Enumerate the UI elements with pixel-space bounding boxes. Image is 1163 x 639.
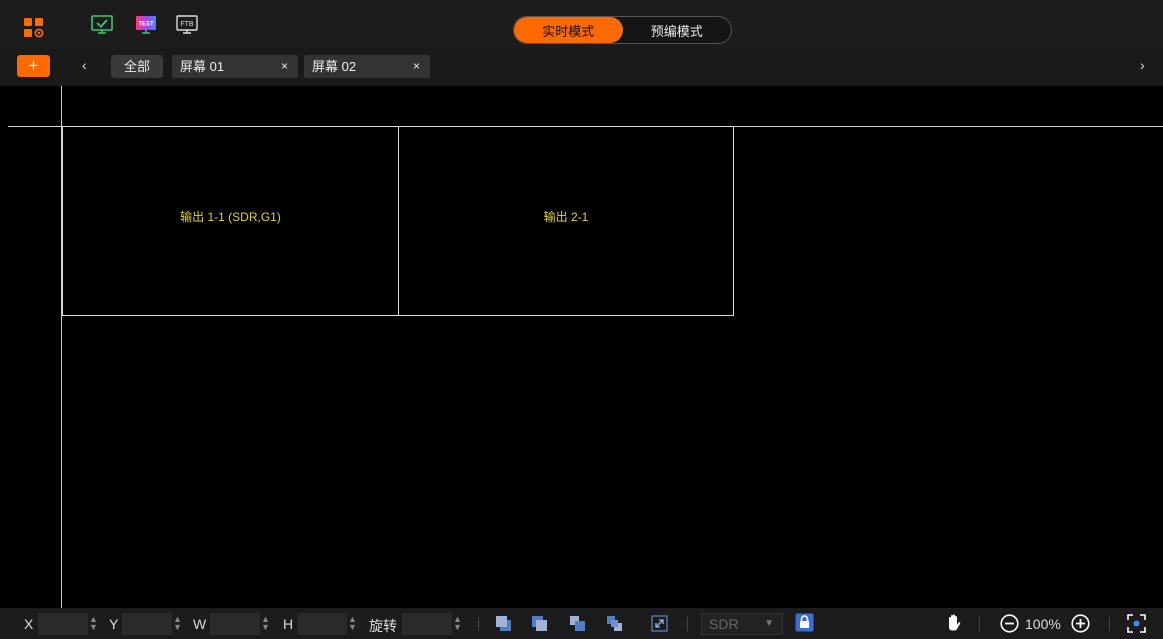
bottom-toolbar: X ▲ ▼ Y ▲ ▼ W ▲ ▼ H ▲ ▼ 旋转 ▲ ▼ SDR ▼ 100… <box>0 608 1163 639</box>
lock-icon[interactable] <box>795 613 814 632</box>
test-monitor-icon[interactable]: TEST <box>135 15 157 35</box>
test-badge: TEST <box>138 22 154 28</box>
ftb-monitor-icon[interactable]: FTB <box>176 15 198 35</box>
h-spinner[interactable]: ▲ ▼ <box>348 615 357 632</box>
x-spinner[interactable]: ▲ ▼ <box>89 615 98 632</box>
divider <box>1109 617 1110 631</box>
zoom-in-icon[interactable] <box>1071 614 1090 633</box>
output-box-1[interactable]: 输出 1-1 (SDR,G1) <box>62 126 399 316</box>
x-label: X <box>24 616 34 632</box>
add-screen-button[interactable]: + <box>17 55 50 77</box>
live-mode-button[interactable]: 实时模式 <box>514 17 623 43</box>
rotate-spinner[interactable]: ▲ ▼ <box>453 615 462 632</box>
layout-canvas[interactable]: 输出 1-1 (SDR,G1) 输出 2-1 <box>0 86 1163 608</box>
w-spinner[interactable]: ▲ ▼ <box>261 615 270 632</box>
h-label: H <box>283 616 294 632</box>
h-input[interactable] <box>297 613 347 635</box>
preview-mode-button[interactable]: 预编模式 <box>623 17 732 43</box>
mode-switch: 实时模式 预编模式 <box>513 16 732 44</box>
tab-screen-02-close-icon[interactable]: × <box>413 55 420 78</box>
divider <box>687 617 688 631</box>
fullscreen-icon[interactable] <box>651 615 668 632</box>
zoom-level: 100% <box>1025 616 1061 632</box>
x-input[interactable] <box>38 613 88 635</box>
output-box-1-label: 输出 1-1 (SDR,G1) <box>180 209 281 224</box>
output-box-2[interactable]: 输出 2-1 <box>398 126 734 316</box>
sdr-select-value: SDR <box>709 616 739 632</box>
hand-pan-icon[interactable] <box>944 613 964 633</box>
tab-screen-01[interactable]: 屏幕 01 × <box>172 55 298 78</box>
send-to-back-icon[interactable] <box>606 615 623 632</box>
send-backward-icon[interactable] <box>569 615 586 632</box>
divider <box>478 617 479 631</box>
zoom-out-icon[interactable] <box>1000 614 1019 633</box>
rotate-label: 旋转 <box>369 618 397 634</box>
y-spinner[interactable]: ▲ ▼ <box>173 615 182 632</box>
rotate-input[interactable] <box>402 613 452 635</box>
tab-screen-01-close-icon[interactable]: × <box>281 55 288 78</box>
bring-to-front-icon[interactable] <box>495 615 512 632</box>
bring-forward-icon[interactable] <box>531 615 548 632</box>
tab-all[interactable]: 全部 <box>111 55 163 78</box>
apps-icon[interactable] <box>24 18 44 38</box>
fit-to-screen-icon[interactable] <box>1127 614 1146 633</box>
ftb-badge: FTB <box>180 21 194 28</box>
monitor-check-icon[interactable] <box>91 15 113 35</box>
screen-tab-bar: + ‹ 全部 屏幕 01 × 屏幕 02 × › <box>0 48 1163 86</box>
chevron-down-icon: ▼ <box>764 618 774 629</box>
y-label: Y <box>109 616 119 632</box>
w-input[interactable] <box>210 613 260 635</box>
sdr-select[interactable]: SDR ▼ <box>701 613 783 635</box>
divider <box>979 617 980 631</box>
tab-screen-02-label: 屏幕 02 <box>312 59 357 74</box>
w-label: W <box>193 616 207 632</box>
tab-screen-02[interactable]: 屏幕 02 × <box>304 55 430 78</box>
tabs-next-arrow[interactable]: › <box>1140 57 1145 73</box>
top-toolbar: TEST FTB 实时模式 预编模式 <box>0 0 1163 48</box>
output-box-2-label: 输出 2-1 <box>543 209 589 224</box>
tab-screen-01-label: 屏幕 01 <box>180 59 225 74</box>
y-input[interactable] <box>122 613 172 635</box>
tabs-prev-arrow[interactable]: ‹ <box>82 57 87 73</box>
